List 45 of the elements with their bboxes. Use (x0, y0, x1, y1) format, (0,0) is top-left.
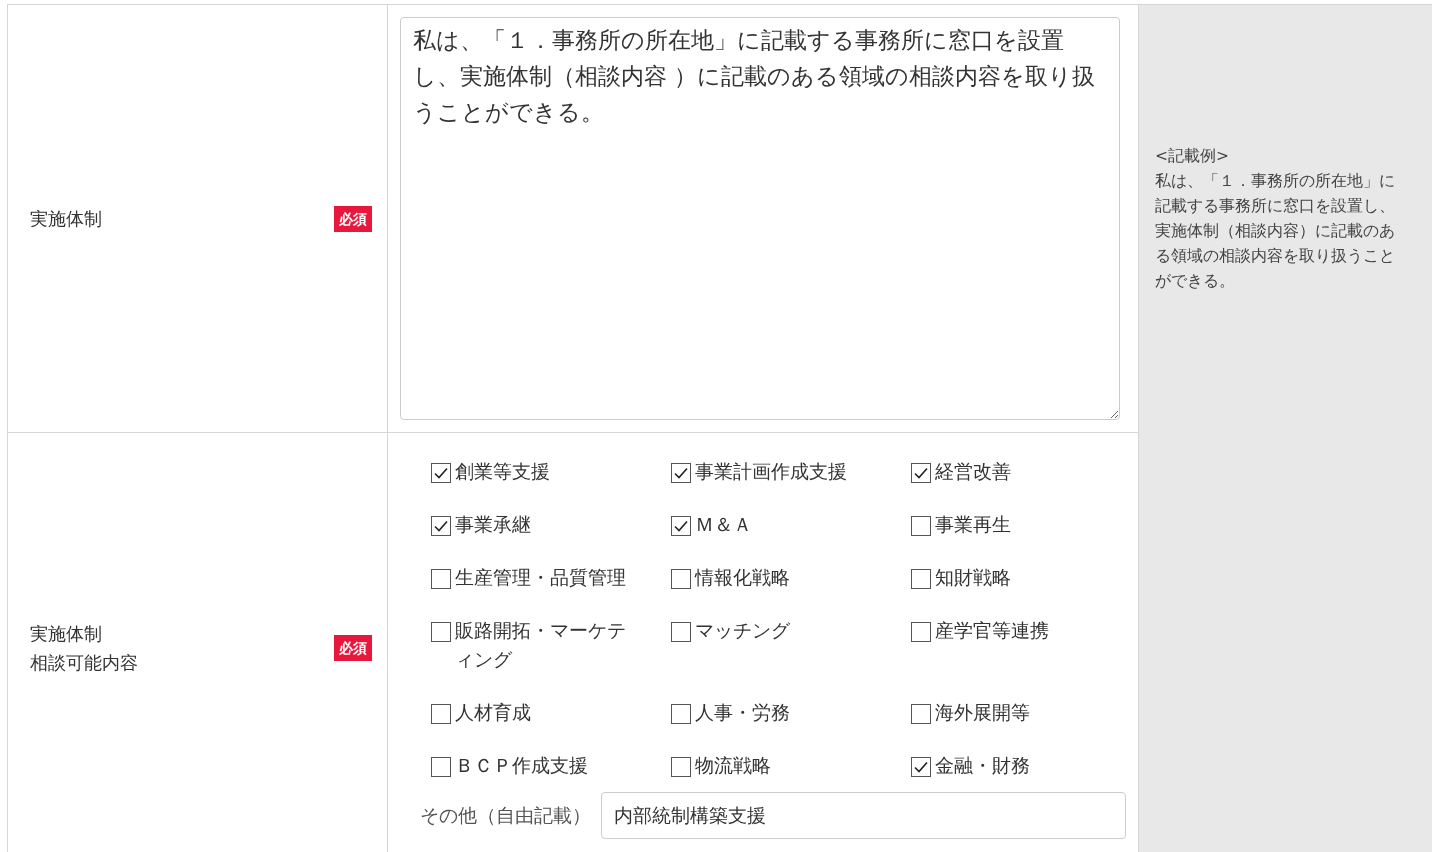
checkbox[interactable] (911, 621, 931, 641)
checkbox[interactable] (431, 621, 451, 641)
checkbox[interactable] (431, 756, 451, 776)
checkbox-label[interactable]: 事業再生 (935, 510, 1113, 539)
checkbox[interactable] (671, 462, 691, 482)
checkbox-label[interactable]: 知財戦略 (935, 563, 1113, 592)
checkbox-label[interactable]: 人事・労務 (695, 698, 873, 727)
checkbox[interactable] (431, 462, 451, 482)
required-badge: 必須 (334, 205, 372, 232)
field-label: 実施体制 (30, 621, 103, 646)
text-area[interactable]: 私は、「１．事務所の所在地」に記載する事務所に窓口を設置し、実施体制（相談内容 ）に記載のある領域の相談内容を取り扱うことができる。 (400, 17, 1120, 420)
checkbox-label[interactable]: 経営改善 (935, 457, 1113, 486)
checkbox-label[interactable]: 海外展開等 (935, 698, 1113, 727)
checkbox[interactable] (911, 515, 931, 535)
field-label: 相談可能内容 (30, 650, 138, 675)
field-label: その他（自由記載） (420, 804, 591, 828)
checkbox-label[interactable]: マッチング (695, 616, 873, 645)
checkbox-label[interactable]: Ｍ＆Ａ (695, 510, 873, 539)
checkbox[interactable] (911, 756, 931, 776)
checkbox[interactable] (671, 568, 691, 588)
checkbox-label[interactable]: 販路開拓・マーケティング (455, 616, 633, 674)
checkbox-label[interactable]: 産学官等連携 (935, 616, 1113, 645)
checkbox[interactable] (671, 515, 691, 535)
checkbox-label[interactable]: 人材育成 (455, 698, 633, 727)
checkbox[interactable] (911, 462, 931, 482)
checkbox[interactable] (671, 703, 691, 723)
example-text: <記載例> 私は、「１．事務所の所在地」に記載する事務所に窓口を設置し、実施体制（相談内容）に記載のある領域の相談内容を取り扱うことができる。 (1155, 146, 1396, 292)
checkbox[interactable] (671, 621, 691, 641)
required-badge: 必須 (334, 634, 372, 661)
checkbox-label[interactable]: 事業計画作成支援 (695, 457, 873, 486)
checkbox-label[interactable]: 物流戦略 (695, 751, 873, 780)
checkbox-label[interactable]: 生産管理・品質管理 (455, 563, 633, 592)
checkbox-label[interactable]: ＢＣＰ作成支援 (455, 751, 633, 780)
input-field[interactable]: 内部統制構築支援 (601, 792, 1126, 839)
checkbox-label[interactable]: 創業等支援 (455, 457, 633, 486)
checkbox-label[interactable]: 金融・財務 (935, 751, 1113, 780)
checkbox[interactable] (431, 703, 451, 723)
checkbox[interactable] (911, 568, 931, 588)
checkbox[interactable] (431, 568, 451, 588)
checkbox-label[interactable]: 情報化戦略 (695, 563, 873, 592)
field-label: 実施体制 (30, 207, 102, 231)
checkbox[interactable] (911, 703, 931, 723)
checkbox-label[interactable]: 事業承継 (455, 510, 633, 539)
checkbox[interactable] (431, 515, 451, 535)
checkbox[interactable] (671, 756, 691, 776)
